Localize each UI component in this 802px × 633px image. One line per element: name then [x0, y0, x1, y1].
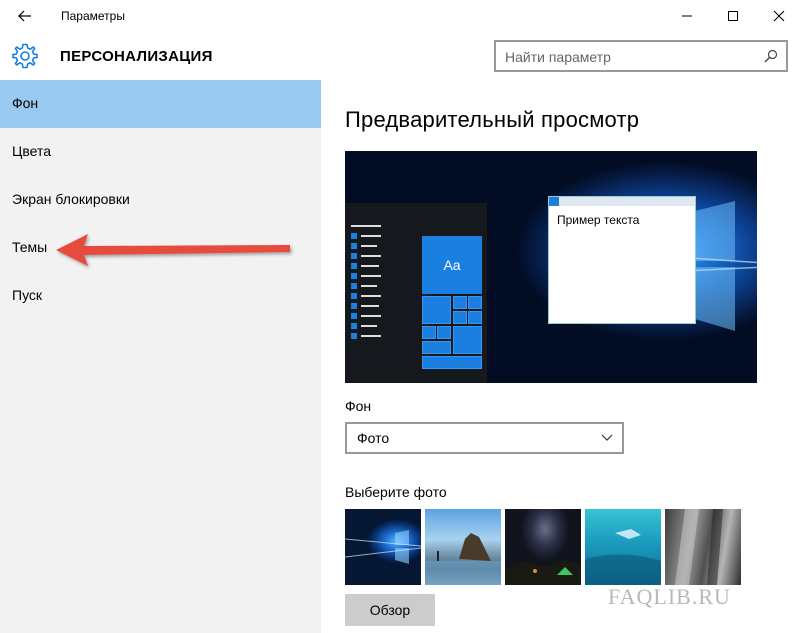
- page-title: ПЕРСОНАЛИЗАЦИЯ: [60, 48, 213, 65]
- background-select[interactable]: Фото: [345, 422, 624, 454]
- minimize-button[interactable]: [664, 0, 710, 32]
- start-menu-preview: Aa: [345, 203, 487, 383]
- back-button[interactable]: [10, 6, 40, 26]
- photo-thumbnail-5[interactable]: [665, 509, 741, 585]
- red-arrow-icon: [56, 234, 290, 266]
- chevron-down-icon: [601, 434, 613, 441]
- sidebar-item-label: Фон: [12, 95, 39, 111]
- settings-window: Параметры ПЕРСОНАЛИЗАЦИЯ Найти параметр: [0, 0, 802, 633]
- photo-thumbnail-1[interactable]: [345, 509, 421, 585]
- choose-photo-label: Выберите фото: [345, 484, 447, 500]
- sidebar-item-label: Цвета: [12, 143, 51, 159]
- sidebar-item-label: Пуск: [12, 287, 43, 303]
- photo-thumbnail-2[interactable]: [425, 509, 501, 585]
- arrow-left-icon: [18, 10, 31, 22]
- maximize-icon: [728, 11, 738, 21]
- watermark: FAQLIB.RU: [608, 584, 731, 609]
- main-content: Предварительный просмотр Aa Пример текст…: [321, 80, 802, 633]
- tile-preview: Aa: [422, 236, 482, 294]
- sample-text: Пример текста: [557, 213, 640, 227]
- sidebar-item-label: Экран блокировки: [12, 191, 130, 207]
- browse-button[interactable]: Обзор: [345, 594, 435, 626]
- gear-icon: [12, 43, 38, 69]
- photo-thumbnail-4[interactable]: [585, 509, 661, 585]
- underwater-diver-icon: [585, 529, 661, 585]
- photo-thumbnail-3[interactable]: [505, 509, 581, 585]
- beach-rock-icon: [425, 533, 501, 585]
- windows-logo-icon: [345, 530, 421, 564]
- background-preview: Aa Пример текста: [345, 151, 757, 383]
- rock-texture-icon: [675, 509, 723, 585]
- sidebar-item-start[interactable]: Пуск: [0, 272, 321, 320]
- sidebar-item-lock-screen[interactable]: Экран блокировки: [0, 176, 321, 224]
- sidebar-item-label: Темы: [12, 239, 48, 255]
- search-input[interactable]: Найти параметр: [494, 40, 788, 72]
- background-label: Фон: [345, 398, 372, 414]
- window-title: Параметры: [61, 9, 125, 23]
- close-icon: [773, 10, 785, 22]
- page-header: ПЕРСОНАЛИЗАЦИЯ Найти параметр: [0, 32, 802, 80]
- window-preview: Пример текста: [548, 196, 696, 324]
- search-placeholder: Найти параметр: [505, 49, 611, 65]
- sidebar: Фон Цвета Экран блокировки Темы Пуск: [0, 80, 321, 633]
- close-button[interactable]: [756, 0, 802, 32]
- minimize-icon: [682, 15, 692, 17]
- night-sky-icon: [505, 559, 581, 585]
- title-bar: Параметры: [0, 0, 802, 32]
- search-icon[interactable]: [764, 49, 778, 63]
- sidebar-item-colors[interactable]: Цвета: [0, 128, 321, 176]
- maximize-button[interactable]: [710, 0, 756, 32]
- preview-title: Предварительный просмотр: [345, 107, 640, 132]
- sidebar-item-background[interactable]: Фон: [0, 80, 321, 128]
- background-select-value: Фото: [357, 430, 390, 446]
